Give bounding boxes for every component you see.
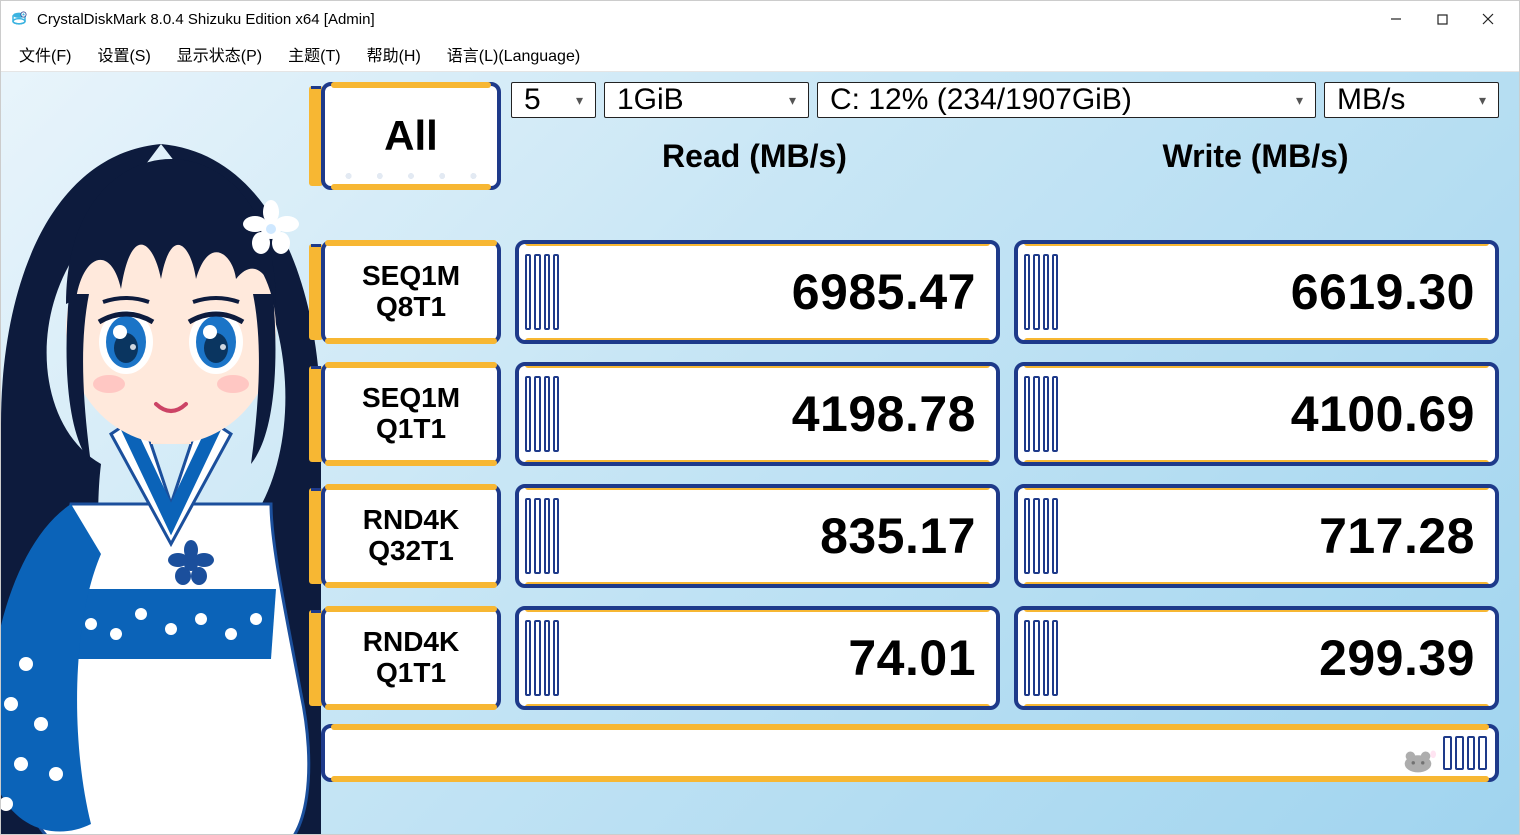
- write-value: 6619.30: [1291, 263, 1475, 321]
- all-button-label: All: [384, 112, 438, 160]
- size-value: 1GiB: [617, 83, 783, 117]
- test-label-2: Q1T1: [376, 414, 446, 445]
- chevron-down-icon: ▾: [576, 92, 583, 109]
- write-value: 299.39: [1319, 629, 1475, 687]
- read-result-2: 835.17: [515, 484, 1000, 588]
- menubar: 文件(F) 设置(S) 显示状态(P) 主题(T) 帮助(H) 语言(L)(La…: [1, 37, 1519, 72]
- read-value: 4198.78: [792, 385, 976, 443]
- titlebar-controls: [1373, 3, 1511, 35]
- test-row-seq1m-q1t1: SEQ1M Q1T1 4198.78: [321, 362, 1499, 466]
- menu-theme[interactable]: 主题(T): [284, 38, 344, 70]
- menu-help[interactable]: 帮助(H): [363, 38, 425, 70]
- write-value: 717.28: [1319, 507, 1475, 565]
- chevron-down-icon: ▾: [789, 92, 796, 109]
- write-result-0: 6619.30: [1014, 240, 1499, 344]
- comment-input[interactable]: [321, 724, 1499, 782]
- benchmark-rows: SEQ1M Q8T1 6985.47: [321, 240, 1499, 710]
- benchmark-panel: All 5 ▾ 1GiB ▾: [321, 82, 1499, 822]
- test-label-1: RND4K: [363, 627, 459, 658]
- top-selectors: 5 ▾ 1GiB ▾ C: 12% (234/1907GiB) ▾ MB/s: [511, 82, 1499, 118]
- close-button[interactable]: [1465, 3, 1511, 35]
- app-window: CrystalDiskMark 8.0.4 Shizuku Edition x6…: [0, 0, 1520, 835]
- test-label-1: RND4K: [363, 505, 459, 536]
- test-row-rnd4k-q1t1: RND4K Q1T1 74.01: [321, 606, 1499, 710]
- read-result-0: 6985.47: [515, 240, 1000, 344]
- write-result-2: 717.28: [1014, 484, 1499, 588]
- runs-value: 5: [524, 83, 570, 117]
- menu-display[interactable]: 显示状态(P): [173, 38, 266, 70]
- all-button[interactable]: All: [321, 82, 501, 190]
- app-icon: [9, 9, 29, 29]
- read-value: 835.17: [820, 507, 976, 565]
- content-area: All 5 ▾ 1GiB ▾: [1, 72, 1519, 834]
- all-button-container: All: [321, 82, 501, 190]
- menu-settings[interactable]: 设置(S): [93, 38, 154, 70]
- titlebar: CrystalDiskMark 8.0.4 Shizuku Edition x6…: [1, 1, 1519, 37]
- chevron-down-icon: ▾: [1296, 92, 1303, 109]
- chevron-down-icon: ▾: [1479, 92, 1486, 109]
- drive-value: C: 12% (234/1907GiB): [830, 83, 1290, 117]
- write-header: Write (MB/s): [1012, 138, 1499, 178]
- mascot-small-icon: [1399, 746, 1437, 774]
- read-result-3: 74.01: [515, 606, 1000, 710]
- write-result-1: 4100.69: [1014, 362, 1499, 466]
- maximize-button[interactable]: [1419, 3, 1465, 35]
- test-row-seq1m-q8t1: SEQ1M Q8T1 6985.47: [321, 240, 1499, 344]
- read-value: 74.01: [848, 629, 976, 687]
- runs-select[interactable]: 5 ▾: [511, 82, 596, 118]
- menu-file[interactable]: 文件(F): [15, 38, 75, 70]
- read-value: 6985.47: [792, 263, 976, 321]
- test-label-1: SEQ1M: [362, 261, 460, 292]
- test-button-seq1m-q8t1[interactable]: SEQ1M Q8T1: [321, 240, 501, 344]
- test-button-rnd4k-q1t1[interactable]: RND4K Q1T1: [321, 606, 501, 710]
- unit-value: MB/s: [1337, 83, 1473, 117]
- unit-select[interactable]: MB/s ▾: [1324, 82, 1499, 118]
- test-label-2: Q32T1: [368, 536, 454, 567]
- write-value: 4100.69: [1291, 385, 1475, 443]
- minimize-button[interactable]: [1373, 3, 1419, 35]
- menu-language[interactable]: 语言(L)(Language): [443, 38, 584, 70]
- test-button-rnd4k-q32t1[interactable]: RND4K Q32T1: [321, 484, 501, 588]
- write-result-3: 299.39: [1014, 606, 1499, 710]
- read-result-1: 4198.78: [515, 362, 1000, 466]
- test-label-2: Q8T1: [376, 292, 446, 323]
- shizuku-mascot: [1, 104, 351, 834]
- test-button-seq1m-q1t1[interactable]: SEQ1M Q1T1: [321, 362, 501, 466]
- test-label-2: Q1T1: [376, 658, 446, 689]
- test-row-rnd4k-q32t1: RND4K Q32T1 835.17: [321, 484, 1499, 588]
- top-controls-row: All 5 ▾ 1GiB ▾: [321, 82, 1499, 190]
- size-select[interactable]: 1GiB ▾: [604, 82, 809, 118]
- drive-select[interactable]: C: 12% (234/1907GiB) ▾: [817, 82, 1316, 118]
- test-label-1: SEQ1M: [362, 383, 460, 414]
- read-header: Read (MB/s): [511, 138, 998, 178]
- window-title: CrystalDiskMark 8.0.4 Shizuku Edition x6…: [37, 11, 1373, 28]
